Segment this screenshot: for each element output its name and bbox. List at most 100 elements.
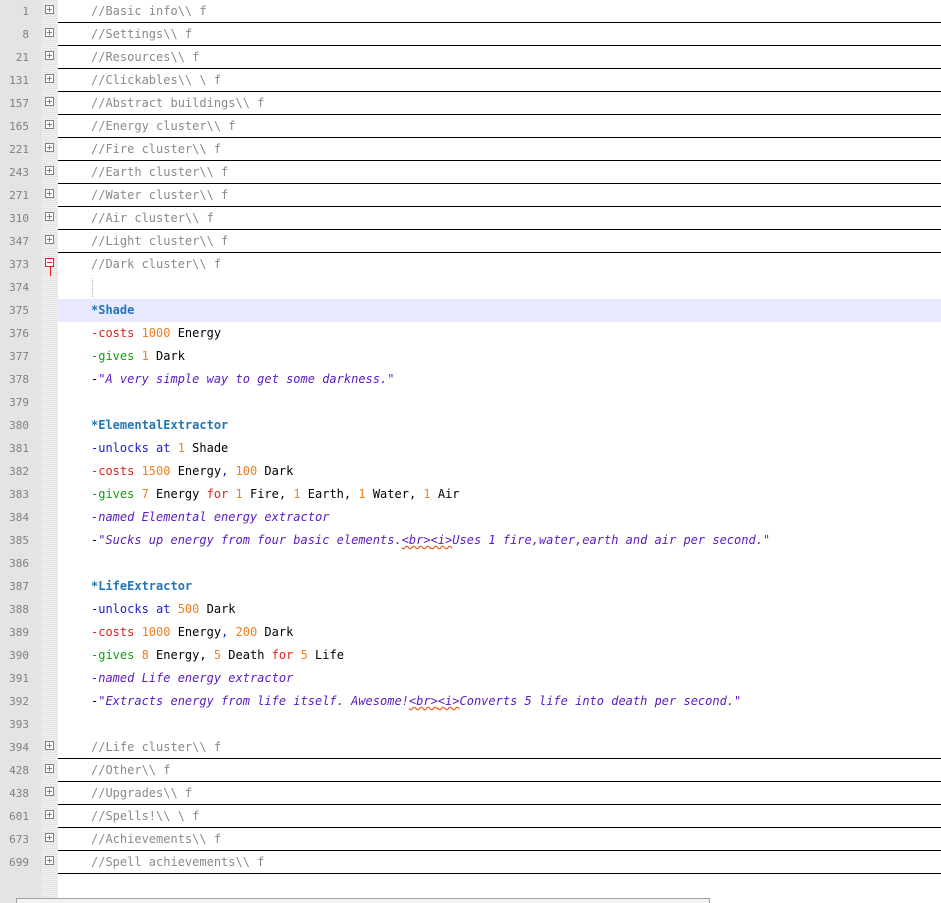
line-text[interactable]: -"Extracts energy from life itself. Awes… bbox=[58, 690, 941, 713]
code-editor[interactable]: 1 //Basic info\\ f 8 //Settings\\ f 21 //Reso… bbox=[0, 0, 941, 903]
fold-expand-icon[interactable] bbox=[45, 856, 54, 865]
code-line[interactable]: 347 //Light cluster\\ f bbox=[0, 230, 941, 253]
line-text[interactable]: //Other\\ f bbox=[58, 759, 941, 782]
line-text[interactable]: //Energy cluster\\ f bbox=[58, 115, 941, 138]
line-text[interactable] bbox=[58, 552, 941, 575]
line-text[interactable]: -gives 7 Energy for 1 Fire, 1 Earth, 1 W… bbox=[58, 483, 941, 506]
code-line[interactable]: 221 //Fire cluster\\ f bbox=[0, 138, 941, 161]
line-text[interactable]: //Achievements\\ f bbox=[58, 828, 941, 851]
line-text[interactable]: -costs 1500 Energy, 100 Dark bbox=[58, 460, 941, 483]
line-text[interactable]: //Earth cluster\\ f bbox=[58, 161, 941, 184]
fold-expand-icon[interactable] bbox=[45, 5, 54, 14]
line-text[interactable] bbox=[58, 391, 941, 414]
line-text[interactable] bbox=[58, 276, 941, 299]
token-comment: //Abstract buildings\\ f bbox=[91, 96, 265, 110]
line-text[interactable]: -gives 8 Energy, 5 Death for 5 Life bbox=[58, 644, 941, 667]
code-line[interactable]: 374 bbox=[0, 276, 941, 299]
line-text[interactable] bbox=[58, 713, 941, 736]
fold-expand-icon[interactable] bbox=[45, 810, 54, 819]
code-line[interactable]: 377 -gives 1 Dark bbox=[0, 345, 941, 368]
token-costs: -costs bbox=[91, 326, 142, 340]
code-line[interactable]: 392 -"Extracts energy from life itself. A… bbox=[0, 690, 941, 713]
horizontal-scrollbar[interactable] bbox=[16, 898, 710, 903]
code-line[interactable]: 388 -unlocks at 500 Dark bbox=[0, 598, 941, 621]
line-text[interactable]: -costs 1000 Energy bbox=[58, 322, 941, 345]
line-text[interactable]: -"Sucks up energy from four basic elemen… bbox=[58, 529, 941, 552]
code-line[interactable]: 243 //Earth cluster\\ f bbox=[0, 161, 941, 184]
code-line[interactable]: 389 -costs 1000 Energy, 200 Dark bbox=[0, 621, 941, 644]
code-line[interactable]: 1 //Basic info\\ f bbox=[0, 0, 941, 23]
code-line[interactable]: 387 *LifeExtractor bbox=[0, 575, 941, 598]
line-text[interactable]: //Water cluster\\ f bbox=[58, 184, 941, 207]
line-text[interactable]: -costs 1000 Energy, 200 Dark bbox=[58, 621, 941, 644]
line-text[interactable]: *Shade bbox=[58, 299, 941, 322]
fold-collapse-icon[interactable] bbox=[45, 258, 54, 267]
line-number: 131 bbox=[9, 74, 29, 87]
fold-expand-icon[interactable] bbox=[45, 833, 54, 842]
code-line[interactable]: 21 //Resources\\ f bbox=[0, 46, 941, 69]
line-text[interactable]: //Spells!\\ \ f bbox=[58, 805, 941, 828]
code-line[interactable]: 390 -gives 8 Energy, 5 Death for 5 Life bbox=[0, 644, 941, 667]
code-line[interactable]: 384 -named Elemental energy extractor bbox=[0, 506, 941, 529]
fold-expand-icon[interactable] bbox=[45, 28, 54, 37]
code-line[interactable]: 428 //Other\\ f bbox=[0, 759, 941, 782]
fold-expand-icon[interactable] bbox=[45, 97, 54, 106]
line-text[interactable]: //Settings\\ f bbox=[58, 23, 941, 46]
fold-expand-icon[interactable] bbox=[45, 741, 54, 750]
code-line[interactable]: 157 //Abstract buildings\\ f bbox=[0, 92, 941, 115]
code-line[interactable]: 438 //Upgrades\\ f bbox=[0, 782, 941, 805]
line-text[interactable]: *ElementalExtractor bbox=[58, 414, 941, 437]
code-line[interactable]: 271 //Water cluster\\ f bbox=[0, 184, 941, 207]
fold-expand-icon[interactable] bbox=[45, 51, 54, 60]
line-text[interactable]: //Abstract buildings\\ f bbox=[58, 92, 941, 115]
line-text[interactable]: //Air cluster\\ f bbox=[58, 207, 941, 230]
line-number: 438 bbox=[9, 787, 29, 800]
code-line[interactable]: 131 //Clickables\\ \ f bbox=[0, 69, 941, 92]
fold-expand-icon[interactable] bbox=[45, 212, 54, 221]
line-text[interactable]: //Spell achievements\\ f bbox=[58, 851, 941, 874]
fold-expand-icon[interactable] bbox=[45, 189, 54, 198]
code-line[interactable]: 391 -named Life energy extractor bbox=[0, 667, 941, 690]
code-line[interactable]: 393 bbox=[0, 713, 941, 736]
fold-expand-icon[interactable] bbox=[45, 143, 54, 152]
line-text[interactable]: //Life cluster\\ f bbox=[58, 736, 941, 759]
code-line[interactable]: 379 bbox=[0, 391, 941, 414]
line-text[interactable]: -unlocks at 1 Shade bbox=[58, 437, 941, 460]
code-line[interactable]: 601 //Spells!\\ \ f bbox=[0, 805, 941, 828]
code-line[interactable]: 394 //Life cluster\\ f bbox=[0, 736, 941, 759]
code-line[interactable]: 8 //Settings\\ f bbox=[0, 23, 941, 46]
fold-expand-icon[interactable] bbox=[45, 764, 54, 773]
line-text[interactable]: -named Life energy extractor bbox=[58, 667, 941, 690]
line-text[interactable]: -gives 1 Dark bbox=[58, 345, 941, 368]
line-text[interactable]: -named Elemental energy extractor bbox=[58, 506, 941, 529]
line-text[interactable]: //Light cluster\\ f bbox=[58, 230, 941, 253]
line-text[interactable]: //Resources\\ f bbox=[58, 46, 941, 69]
fold-expand-icon[interactable] bbox=[45, 74, 54, 83]
fold-expand-icon[interactable] bbox=[45, 787, 54, 796]
code-line[interactable]: 386 bbox=[0, 552, 941, 575]
code-line[interactable]: 376 -costs 1000 Energy bbox=[0, 322, 941, 345]
fold-expand-icon[interactable] bbox=[45, 235, 54, 244]
line-text[interactable]: //Upgrades\\ f bbox=[58, 782, 941, 805]
code-line[interactable]: 310 //Air cluster\\ f bbox=[0, 207, 941, 230]
code-line[interactable]: 373 //Dark cluster\\ f bbox=[0, 253, 941, 276]
line-text[interactable]: //Clickables\\ \ f bbox=[58, 69, 941, 92]
line-text[interactable]: //Dark cluster\\ f bbox=[58, 253, 941, 276]
code-line[interactable]: 381 -unlocks at 1 Shade bbox=[0, 437, 941, 460]
line-text[interactable]: -unlocks at 500 Dark bbox=[58, 598, 941, 621]
code-line[interactable]: 378 -"A very simple way to get some darkn… bbox=[0, 368, 941, 391]
fold-expand-icon[interactable] bbox=[45, 120, 54, 129]
line-text[interactable]: //Fire cluster\\ f bbox=[58, 138, 941, 161]
code-line[interactable]: 699 //Spell achievements\\ f bbox=[0, 851, 941, 874]
line-text[interactable]: *LifeExtractor bbox=[58, 575, 941, 598]
line-text[interactable]: //Basic info\\ f bbox=[58, 0, 941, 23]
code-line[interactable]: 385 -"Sucks up energy from four basic ele… bbox=[0, 529, 941, 552]
code-line[interactable]: 382 -costs 1500 Energy, 100 Dark bbox=[0, 460, 941, 483]
code-line[interactable]: 375 *Shade bbox=[0, 299, 941, 322]
code-line[interactable]: 673 //Achievements\\ f bbox=[0, 828, 941, 851]
fold-expand-icon[interactable] bbox=[45, 166, 54, 175]
code-line[interactable]: 380 *ElementalExtractor bbox=[0, 414, 941, 437]
code-line[interactable]: 383 -gives 7 Energy for 1 Fire, 1 Earth, … bbox=[0, 483, 941, 506]
line-text[interactable]: -"A very simple way to get some darkness… bbox=[58, 368, 941, 391]
code-line[interactable]: 165 //Energy cluster\\ f bbox=[0, 115, 941, 138]
